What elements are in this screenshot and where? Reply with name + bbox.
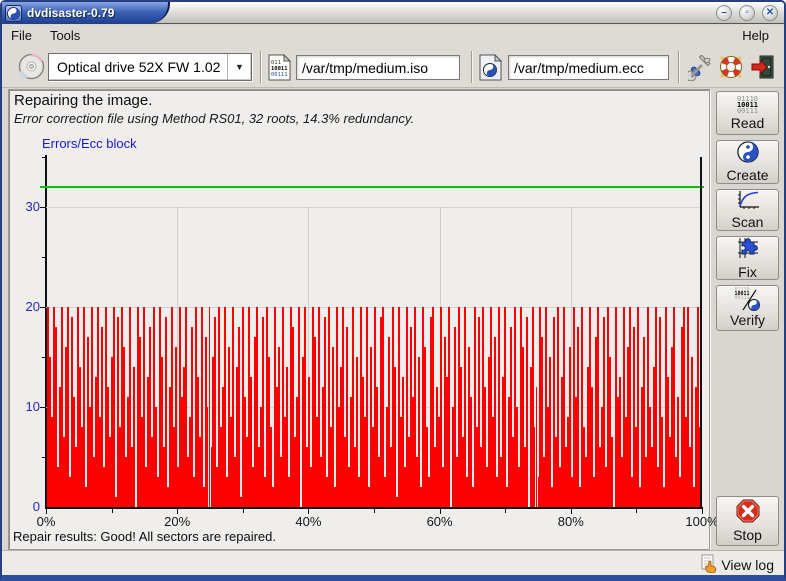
status-subheading: Error correction file using Method RS01,… <box>14 111 414 126</box>
menu-file[interactable]: File <box>2 26 41 45</box>
drive-selector-value: Optical drive 52X FW 1.02 <box>49 59 227 75</box>
chart-bars <box>47 157 701 507</box>
menu-help[interactable]: Help <box>733 26 778 45</box>
fix-button[interactable]: Fix <box>716 236 779 280</box>
help-lifebuoy-icon[interactable] <box>718 54 744 85</box>
minimize-button[interactable]: – <box>716 5 732 21</box>
read-button-label: Read <box>731 115 764 131</box>
create-button-label: Create <box>726 167 768 183</box>
verify-button-label: Verify <box>730 312 765 328</box>
chart-title: Errors/Ecc block <box>42 136 137 151</box>
binary-yinyang-verify-icon: 01110 10011 00111 <box>735 288 761 311</box>
create-button[interactable]: Create <box>716 140 779 184</box>
titlebar[interactable]: dvdisaster-0.79 – ▫ ✕ <box>2 2 784 24</box>
menu-tools[interactable]: Tools <box>41 26 89 45</box>
quit-icon[interactable] <box>750 54 776 85</box>
menubar: File Tools Help <box>2 25 784 46</box>
close-button[interactable]: ✕ <box>762 5 778 21</box>
app-window: dvdisaster-0.79 – ▫ ✕ File Tools Help Op… <box>0 0 786 581</box>
window-title: dvdisaster-0.79 <box>27 6 114 20</box>
svg-text:00111: 00111 <box>271 72 288 78</box>
ecc-file-input[interactable] <box>508 55 669 80</box>
yin-yang-create-icon <box>737 141 759 166</box>
view-log-hand-icon <box>701 554 718 576</box>
binary-read-icon: 01110 10011 00111 <box>737 96 758 114</box>
error-bar-chart <box>46 157 702 507</box>
ecc-file-icon <box>479 54 502 86</box>
drive-selector[interactable]: Optical drive 52X FW 1.02 ▼ <box>48 53 252 81</box>
verify-button[interactable]: 01110 10011 00111 Verify <box>716 285 779 331</box>
stop-button[interactable]: Stop <box>716 496 779 546</box>
scan-button-label: Scan <box>732 214 764 230</box>
chevron-down-icon[interactable]: ▼ <box>227 54 251 80</box>
read-button[interactable]: 01110 10011 00111 Read <box>716 91 779 135</box>
scan-button[interactable]: Scan <box>716 189 779 231</box>
preferences-icon[interactable] <box>688 55 714 86</box>
toolbar: Optical drive 52X FW 1.02 ▼ 011 10011 00… <box>2 46 784 88</box>
footer-bar: View log <box>2 550 784 575</box>
position-cursor-line <box>700 157 702 507</box>
image-file-input[interactable] <box>296 55 460 80</box>
status-heading: Repairing the image. <box>14 92 152 109</box>
ecc-threshold-line <box>40 186 704 188</box>
view-log-button[interactable]: View log <box>701 554 774 576</box>
fix-button-label: Fix <box>738 264 757 280</box>
titlebar-swoosh: dvdisaster-0.79 <box>2 2 170 24</box>
puzzle-fix-icon <box>736 236 760 263</box>
result-message: Repair results: Good! All sectors are re… <box>13 529 276 544</box>
scan-curve-icon <box>736 190 760 213</box>
stop-octagon-icon <box>736 499 760 526</box>
optical-drive-icon <box>18 53 45 85</box>
stop-button-label: Stop <box>733 527 762 543</box>
app-logo-yinyang-icon <box>5 5 22 22</box>
iso-image-icon: 011 10011 00111 <box>268 54 291 86</box>
maximize-button[interactable]: ▫ <box>739 5 755 21</box>
